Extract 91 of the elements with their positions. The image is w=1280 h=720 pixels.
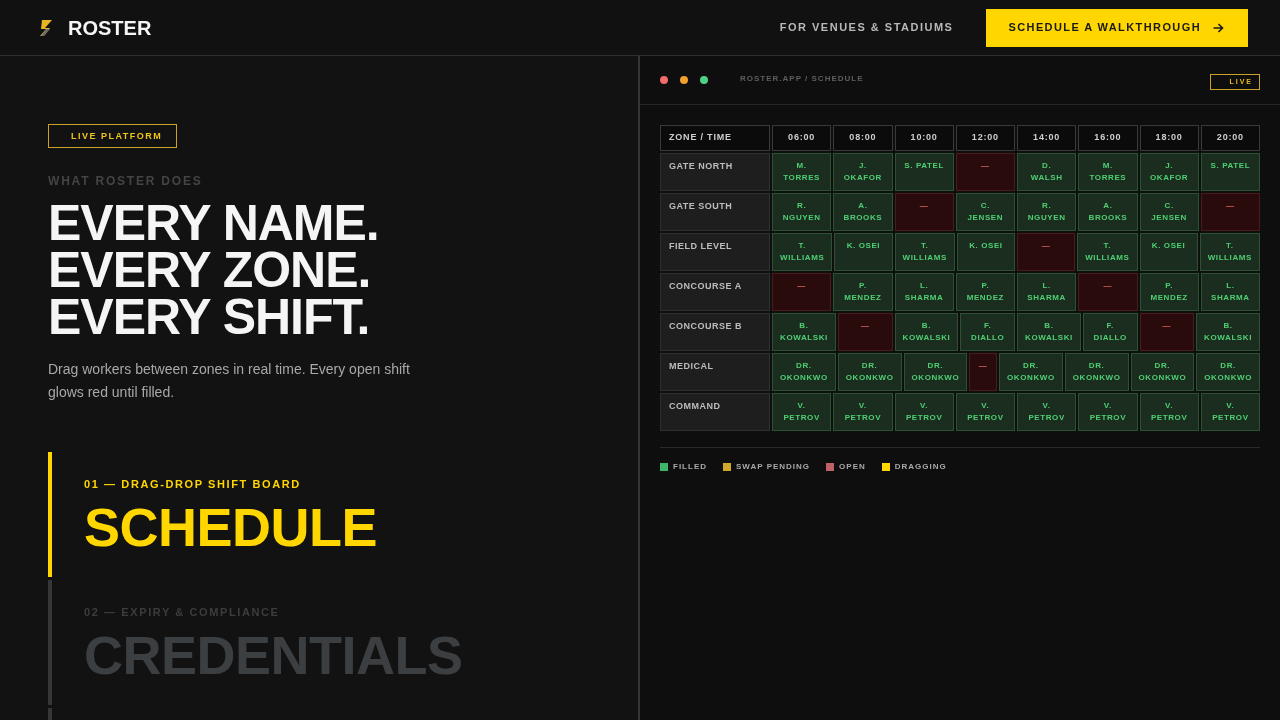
- feature-title: SCHEDULE: [84, 500, 379, 554]
- shift-cell[interactable]: DR. OKONKWO: [903, 353, 968, 391]
- column-header: ZONE / TIME: [660, 125, 770, 151]
- legend-label: SWAP PENDING: [736, 462, 811, 472]
- row-header: GATE NORTH: [660, 153, 770, 191]
- shift-cell[interactable]: V. PETROV: [1139, 393, 1199, 431]
- window-control-icon: [700, 76, 708, 84]
- shift-cell[interactable]: P. MENDEZ: [833, 273, 893, 311]
- legend-label: FILLED: [673, 462, 707, 472]
- shift-cell[interactable]: B. KOWALSKI: [1017, 313, 1081, 351]
- shift-cell[interactable]: P. MENDEZ: [955, 273, 1015, 311]
- shift-cell[interactable]: V. PETROV: [955, 393, 1015, 431]
- platform-tag: LIVE PLATFORM: [48, 124, 178, 148]
- column-header: 08:00: [833, 125, 893, 151]
- row-header: COMMAND: [660, 393, 770, 431]
- row-header: CONCOURSE B: [660, 313, 770, 351]
- shift-cell[interactable]: V. PETROV: [1078, 393, 1138, 431]
- shift-cell[interactable]: F. DIALLO: [1082, 313, 1138, 351]
- shift-cell[interactable]: K. OSEI: [1139, 233, 1198, 271]
- shift-cell[interactable]: V. PETROV: [833, 393, 893, 431]
- window-control-icon: [680, 76, 688, 84]
- column-header: 16:00: [1078, 125, 1138, 151]
- shift-cell[interactable]: M. TORRES: [772, 153, 832, 191]
- logo-icon: [40, 19, 52, 36]
- shift-cell[interactable]: —: [837, 313, 893, 351]
- shift-cell[interactable]: A. BROOKS: [833, 193, 893, 231]
- shift-cell[interactable]: —: [955, 153, 1015, 191]
- shift-cell[interactable]: C. JENSEN: [1139, 193, 1199, 231]
- shift-cell[interactable]: —: [1078, 273, 1138, 311]
- shift-cell[interactable]: —: [1200, 193, 1260, 231]
- address-text: ROSTER.APP / SCHEDULE: [740, 73, 864, 85]
- row-header: MEDICAL: [660, 353, 770, 391]
- shift-cell[interactable]: R. NGUYEN: [1017, 193, 1077, 231]
- row-header: GATE SOUTH: [660, 193, 770, 231]
- shift-cell[interactable]: DR. OKONKWO: [1064, 353, 1129, 391]
- shift-cell[interactable]: DR. OKONKWO: [837, 353, 902, 391]
- column-header: 10:00: [894, 125, 954, 151]
- shift-cell[interactable]: S. PATEL: [1200, 153, 1260, 191]
- nav-link[interactable]: FOR VENUES & STADIUMS: [779, 19, 954, 36]
- column-header: 12:00: [955, 125, 1015, 151]
- column-header: 20:00: [1200, 125, 1260, 151]
- shift-cell[interactable]: R. NGUYEN: [772, 193, 832, 231]
- shift-cell[interactable]: T. WILLIAMS: [894, 233, 955, 271]
- shift-cell[interactable]: B. KOWALSKI: [772, 313, 836, 351]
- shift-cell[interactable]: —: [1139, 313, 1195, 351]
- legend-label: OPEN: [839, 462, 866, 472]
- feature-tab[interactable]: 01 — DRAG-DROP SHIFT BOARD SCHEDULE: [48, 452, 590, 577]
- shift-cell[interactable]: J. OKAFOR: [1139, 153, 1199, 191]
- shift-cell[interactable]: K. OSEI: [834, 233, 893, 271]
- shift-cell[interactable]: V. PETROV: [1200, 393, 1260, 431]
- shift-cell[interactable]: V. PETROV: [894, 393, 954, 431]
- shift-cell[interactable]: DR. OKONKWO: [1196, 353, 1260, 391]
- column-header: 06:00: [772, 125, 832, 151]
- shift-cell[interactable]: L. SHARMA: [1017, 273, 1077, 311]
- legend-label: DRAGGING: [894, 462, 947, 472]
- shift-cell[interactable]: L. SHARMA: [894, 273, 954, 311]
- shift-cell[interactable]: DR. OKONKWO: [999, 353, 1063, 391]
- shift-cell[interactable]: J. OKAFOR: [833, 153, 893, 191]
- shift-cell[interactable]: D. WALSH: [1017, 153, 1077, 191]
- column-header: 18:00: [1139, 125, 1199, 151]
- shift-cell[interactable]: T. WILLIAMS: [1077, 233, 1138, 271]
- cta-button[interactable]: SCHEDULE A WALKTHROUGH: [986, 8, 1248, 47]
- headline: EVERY NAME. EVERY ZONE. EVERY SHIFT.: [48, 200, 380, 341]
- shift-cell[interactable]: F. DIALLO: [960, 313, 1015, 351]
- shift-cell[interactable]: S. PATEL: [894, 153, 954, 191]
- shift-cell[interactable]: K. OSEI: [956, 233, 1015, 271]
- arrow-right-icon: [1213, 22, 1224, 33]
- shift-cell[interactable]: —: [772, 273, 832, 311]
- shift-cell[interactable]: —: [894, 193, 954, 231]
- shift-cell[interactable]: V. PETROV: [1017, 393, 1077, 431]
- shift-cell[interactable]: T. WILLIAMS: [1199, 233, 1260, 271]
- window-control-icon: [660, 76, 668, 84]
- row-header: CONCOURSE A: [660, 273, 770, 311]
- shift-cell[interactable]: —: [969, 353, 997, 391]
- shift-cell[interactable]: M. TORRES: [1078, 153, 1138, 191]
- shift-cell[interactable]: P. MENDEZ: [1139, 273, 1199, 311]
- shift-cell[interactable]: V. PETROV: [772, 393, 832, 431]
- shift-cell[interactable]: T. WILLIAMS: [772, 233, 833, 271]
- shift-cell[interactable]: DR. OKONKWO: [772, 353, 836, 391]
- shift-cell[interactable]: B. KOWALSKI: [894, 313, 959, 351]
- shift-cell[interactable]: DR. OKONKWO: [1130, 353, 1195, 391]
- shift-cell[interactable]: C. JENSEN: [955, 193, 1015, 231]
- shift-cell[interactable]: B. KOWALSKI: [1196, 313, 1260, 351]
- row-header: FIELD LEVEL: [660, 233, 770, 271]
- hero-description: Drag workers between zones in real time. Every open shift glows red until filled.: [48, 360, 411, 402]
- shift-cell[interactable]: L. SHARMA: [1200, 273, 1260, 311]
- feature-label: 01 — DRAG-DROP SHIFT BOARD: [84, 477, 302, 492]
- brand-name: ROSTER: [68, 17, 152, 38]
- shift-cell[interactable]: —: [1017, 233, 1076, 271]
- shift-cell[interactable]: A. BROOKS: [1078, 193, 1138, 231]
- column-header: 14:00: [1017, 125, 1077, 151]
